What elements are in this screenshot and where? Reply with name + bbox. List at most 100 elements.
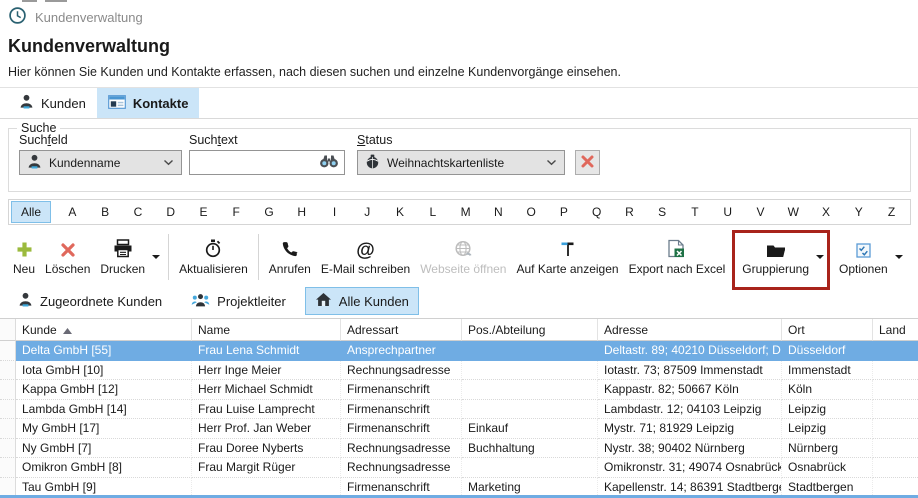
auf-karte-anzeigen-button[interactable]: Auf Karte anzeigen [511, 235, 623, 279]
alpha-filter-f[interactable]: F [220, 205, 253, 219]
alpha-filter-t[interactable]: T [679, 205, 712, 219]
alpha-filter-q[interactable]: Q [580, 205, 613, 219]
column-header-ort[interactable]: Ort [782, 319, 873, 341]
alpha-filter-z[interactable]: Z [875, 205, 908, 219]
phone-icon [281, 238, 299, 258]
clear-status-button[interactable] [575, 150, 600, 175]
alpha-filter-i[interactable]: I [318, 205, 351, 219]
alpha-filter-p[interactable]: P [548, 205, 581, 219]
alpha-filter-s[interactable]: S [646, 205, 679, 219]
alpha-filter-v[interactable]: V [744, 205, 777, 219]
cell-ort: Leipzig [782, 419, 873, 439]
aktualisieren-button[interactable]: Aktualisieren [174, 235, 253, 279]
cell-pos: Einkauf [462, 419, 598, 439]
alpha-filter-j[interactable]: J [351, 205, 384, 219]
folder-icon [766, 238, 786, 258]
page-title: Kundenverwaltung [8, 36, 170, 57]
alpha-filter-u[interactable]: U [711, 205, 744, 219]
column-header-land[interactable]: Land [873, 319, 918, 341]
table-row[interactable]: Omikron GmbH [8]Frau Margit RügerRechnun… [0, 458, 918, 478]
alpha-filter-n[interactable]: N [482, 205, 515, 219]
row-indicator [0, 458, 16, 478]
cell-ort: Leipzig [782, 400, 873, 420]
alpha-filter-y[interactable]: Y [842, 205, 875, 219]
e-mail-schreiben-button[interactable]: @E-Mail schreiben [316, 235, 415, 279]
gruppierung-button[interactable]: Gruppierung [737, 235, 814, 279]
toolbar-button-label: Löschen [45, 262, 90, 276]
suchtext-input[interactable] [195, 151, 319, 174]
subtab-label: Projektleiter [217, 294, 286, 309]
map-pin-icon [559, 238, 577, 258]
home-icon [315, 292, 332, 310]
alpha-filter-x[interactable]: X [810, 205, 843, 219]
column-header-label: Adresse [604, 323, 648, 337]
alpha-filter-a[interactable]: A [56, 205, 89, 219]
subtab-projektleiter[interactable]: Projektleiter [181, 288, 296, 315]
alpha-filter-h[interactable]: H [285, 205, 318, 219]
alpha-filter-l[interactable]: L [416, 205, 449, 219]
cell-adresse: Lambdastr. 12; 04103 Leipzig [598, 400, 782, 420]
toolbar-button-label: Auf Karte anzeigen [516, 262, 618, 276]
row-indicator [0, 419, 16, 439]
table-row[interactable]: Iota GmbH [10]Herr Inge MeierRechnungsad… [0, 361, 918, 381]
column-header-adresse[interactable]: Adresse [598, 319, 782, 341]
table-row[interactable]: Lambda GmbH [14]Frau Luise LamprechtFirm… [0, 400, 918, 420]
toolbar-button-label: Anrufen [269, 262, 311, 276]
alpha-filter-c[interactable]: C [122, 205, 155, 219]
alpha-filter-alle[interactable]: Alle [11, 201, 51, 223]
chevron-down-icon[interactable] [816, 255, 824, 259]
löschen-button[interactable]: Löschen [40, 235, 95, 279]
alpha-filter-k[interactable]: K [384, 205, 417, 219]
subtab-label: Zugeordnete Kunden [40, 294, 162, 309]
suchfeld-value: Kundenname [49, 156, 120, 170]
toolbar-item-webseite-öffnen: Webseite öffnen [415, 231, 511, 283]
suchfeld-dropdown[interactable]: Kundenname [19, 150, 182, 175]
drucken-button[interactable]: Drucken [95, 235, 150, 279]
column-header-adressart[interactable]: Adressart [341, 319, 462, 341]
cell-kunde: Kappa GmbH [12] [16, 380, 192, 400]
alpha-filter-o[interactable]: O [515, 205, 548, 219]
toolbar-separator [168, 234, 169, 280]
cell-adressart: Rechnungsadresse [341, 439, 462, 459]
toolbar-item-export-nach-excel: Export nach Excel [624, 231, 731, 283]
column-header-kunde[interactable]: Kunde [16, 319, 192, 341]
cell-adresse: Deltastr. 89; 40210 Düsseldorf; De... [598, 341, 782, 361]
table-row[interactable]: Kappa GmbH [12]Herr Michael SchmidtFirme… [0, 380, 918, 400]
toolbar-button-label: Export nach Excel [629, 262, 726, 276]
tab-kunden[interactable]: Kunden [8, 88, 97, 118]
chevron-down-icon[interactable] [895, 255, 903, 259]
tab-kontakte[interactable]: Kontakte [97, 88, 200, 118]
chevron-down-icon[interactable] [152, 255, 160, 259]
anrufen-button[interactable]: Anrufen [264, 235, 316, 279]
alpha-filter-w[interactable]: W [777, 205, 810, 219]
cell-adressart: Firmenanschrift [341, 400, 462, 420]
toolbar-button-label: Optionen [839, 262, 888, 276]
cell-ort: Düsseldorf [782, 341, 873, 361]
cell-pos [462, 361, 598, 381]
optionen-button[interactable]: Optionen [834, 235, 893, 279]
cell-kunde: Lambda GmbH [14] [16, 400, 192, 420]
status-dropdown[interactable]: Weihnachtskartenliste [357, 150, 565, 175]
subtab-alle-kunden[interactable]: Alle Kunden [305, 287, 419, 315]
export-nach-excel-button[interactable]: Export nach Excel [624, 235, 731, 279]
cell-adressart: Firmenanschrift [341, 380, 462, 400]
column-header-pos-abteilung[interactable]: Pos./Abteilung [462, 319, 598, 341]
alpha-filter-b[interactable]: B [89, 205, 122, 219]
cell-kunde: Omikron GmbH [8] [16, 458, 192, 478]
cell-pos [462, 458, 598, 478]
neu-button[interactable]: Neu [8, 235, 40, 279]
column-header-label: Name [198, 323, 230, 337]
subtab-zugeordnete-kunden[interactable]: Zugeordnete Kunden [8, 287, 172, 315]
table-row[interactable]: My GmbH [17]Herr Prof. Jan WeberFirmenan… [0, 419, 918, 439]
table-row[interactable]: Ny GmbH [7]Frau Doree NybertsRechnungsad… [0, 439, 918, 459]
alpha-filter-r[interactable]: R [613, 205, 646, 219]
alpha-filter-m[interactable]: M [449, 205, 482, 219]
column-header-name[interactable]: Name [192, 319, 341, 341]
alpha-filter-e[interactable]: E [187, 205, 220, 219]
alpha-filter-g[interactable]: G [253, 205, 286, 219]
breadcrumb[interactable]: Kundenverwaltung [8, 6, 143, 28]
globe-icon [454, 238, 473, 258]
cell-kunde: My GmbH [17] [16, 419, 192, 439]
alpha-filter-d[interactable]: D [154, 205, 187, 219]
table-row[interactable]: Delta GmbH [55]Frau Lena SchmidtAnsprech… [0, 341, 918, 361]
